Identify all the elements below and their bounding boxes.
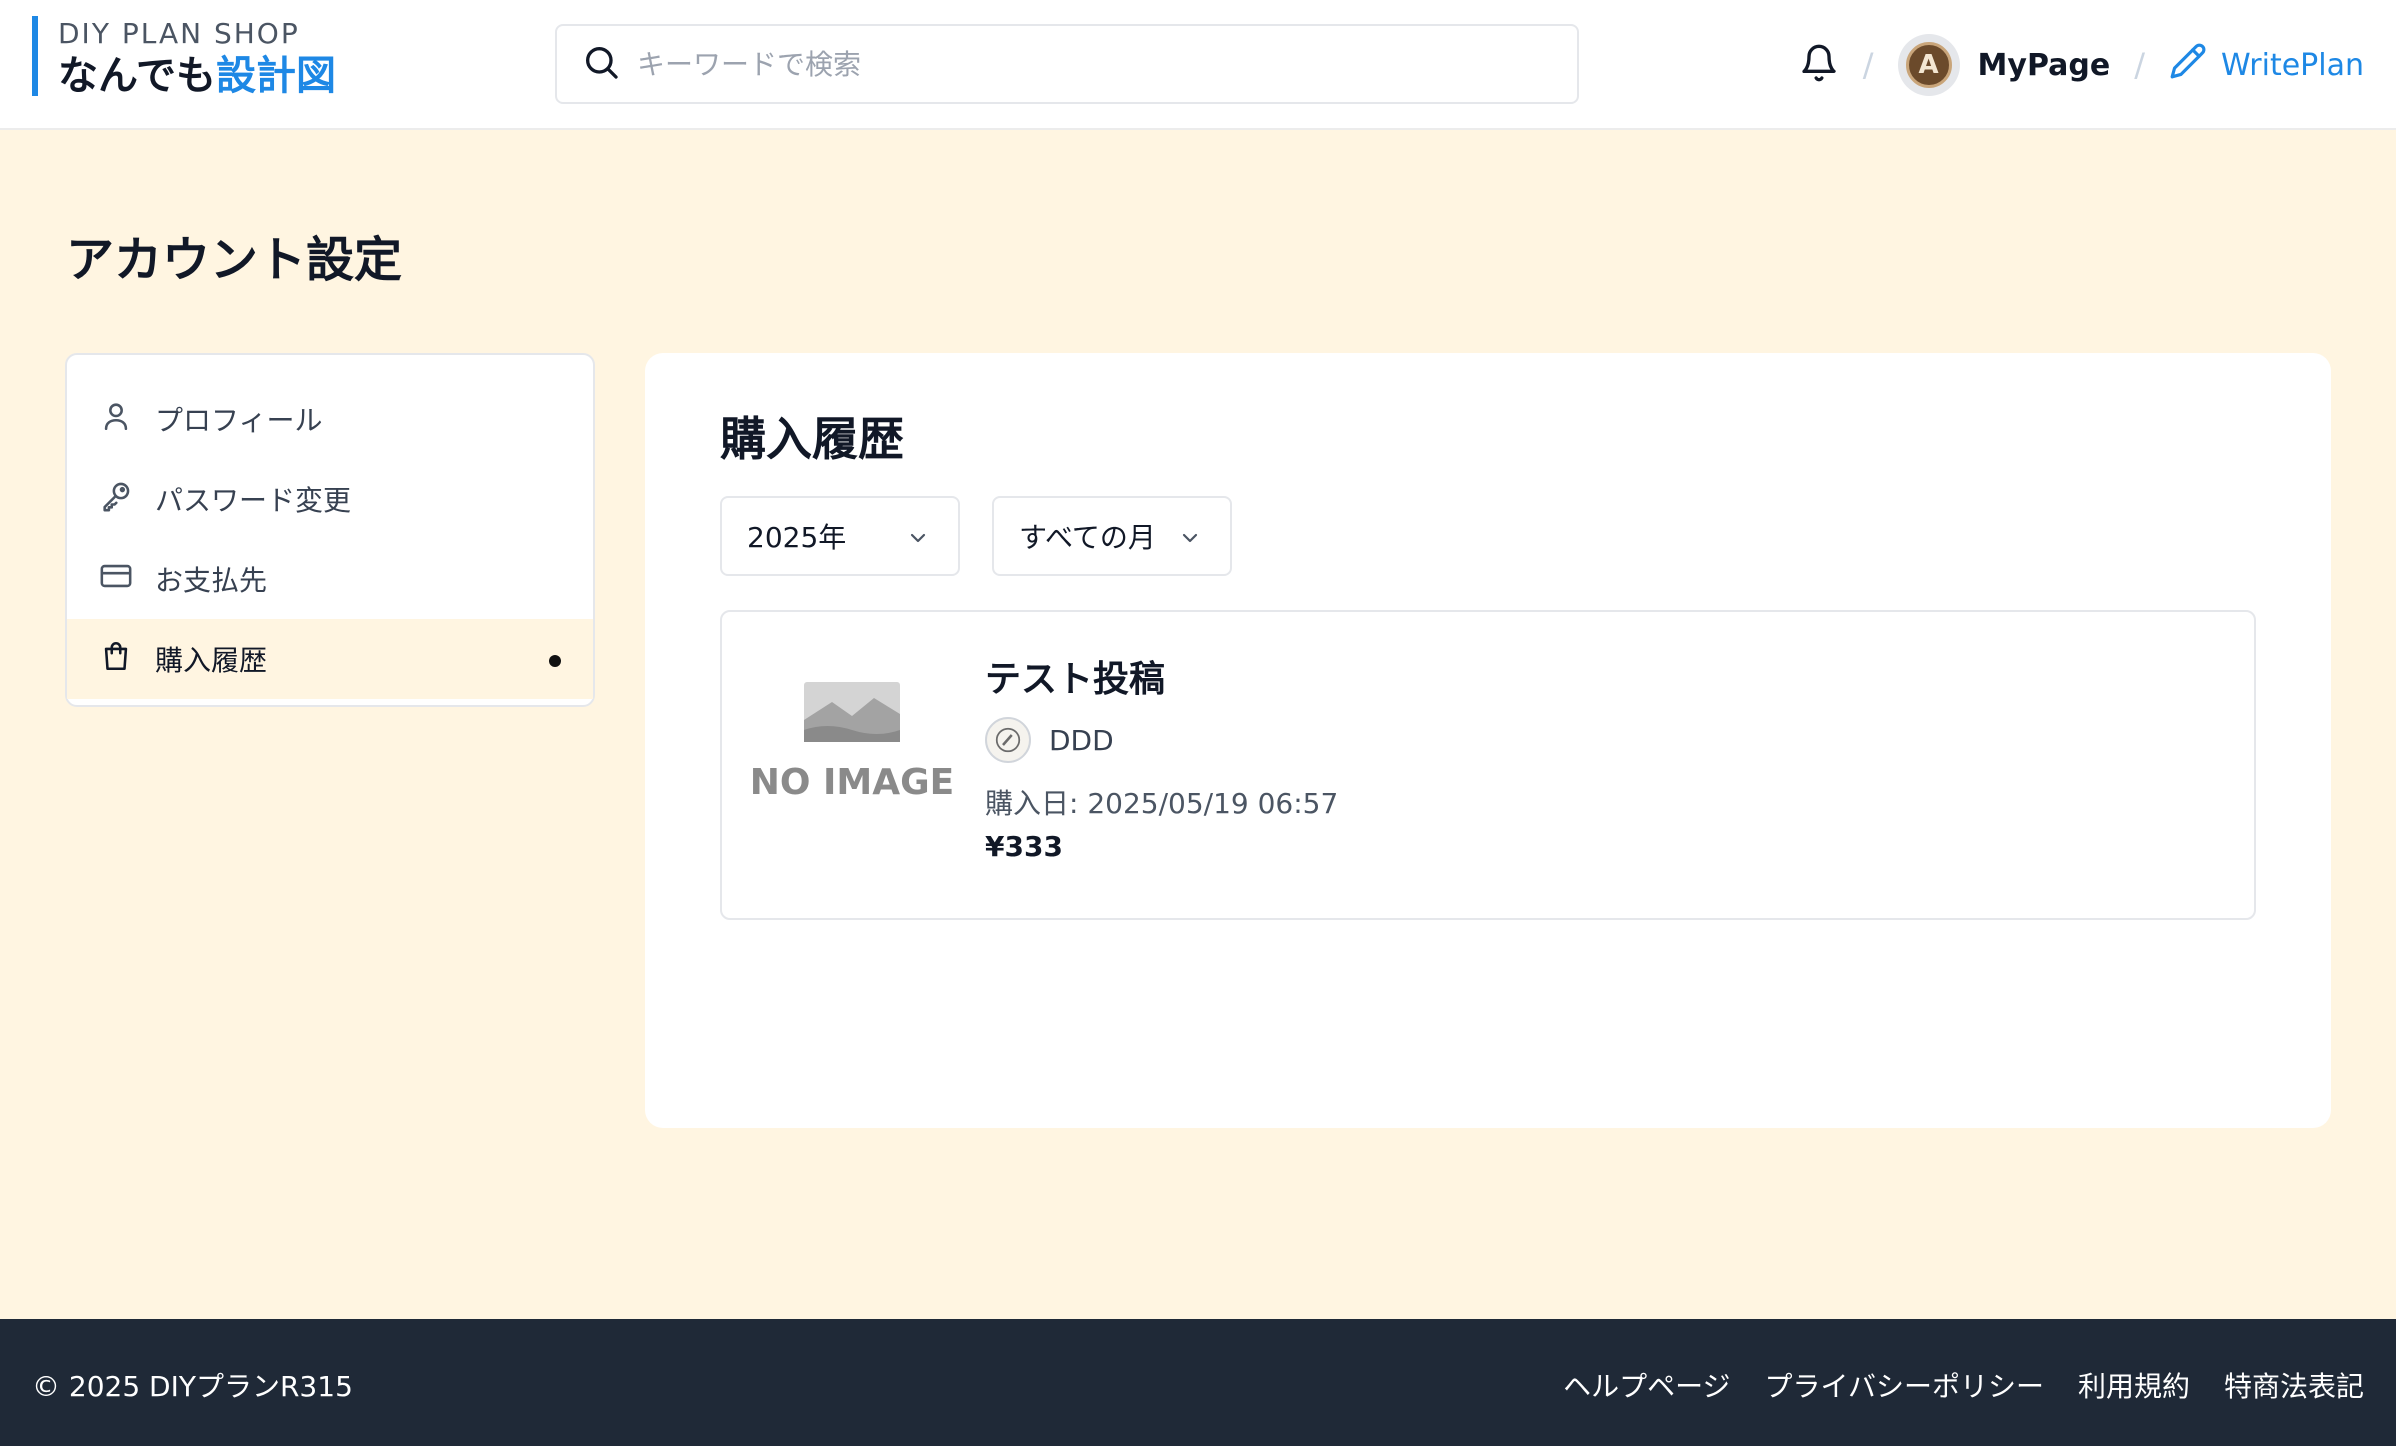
avatar-letter: A <box>1905 42 1952 88</box>
avatar[interactable]: A <box>1897 34 1960 96</box>
footer-link-legal[interactable]: 特商法表記 <box>2224 1365 2364 1405</box>
site-logo[interactable]: DIY PLAN SHOP なんでも設計図 <box>32 16 336 99</box>
writeplan-label: WritePlan <box>2220 47 2364 83</box>
header-actions: / A MyPage / WritePlan <box>1799 30 2364 100</box>
shopping-bag-icon <box>99 639 155 680</box>
year-select[interactable]: 2025年 <box>720 496 960 576</box>
site-header: DIY PLAN SHOP なんでも設計図 / A MyPage / Write… <box>0 0 2396 130</box>
pencil-icon <box>2169 42 2221 88</box>
credit-card-icon <box>99 559 155 600</box>
sidebar-item-label: パスワード変更 <box>155 484 352 517</box>
bell-icon[interactable] <box>1799 43 1839 87</box>
month-select-value: すべての月 <box>1019 521 1156 554</box>
active-indicator <box>549 655 561 667</box>
site-footer: © 2025 DIYプランR315 ヘルプページ プライバシーポリシー 利用規約… <box>0 1319 2396 1446</box>
footer-link-help[interactable]: ヘルプページ <box>1563 1365 1730 1405</box>
page-title: アカウント設定 <box>66 232 403 288</box>
purchase-history-panel: 購入履歴 2025年 すべての月 NO IMAGE テスト投稿 DDD 購入日:… <box>645 353 2331 1128</box>
sidebar-item-password[interactable]: パスワード変更 <box>67 459 593 539</box>
year-select-value: 2025年 <box>747 521 847 554</box>
panel-title: 購入履歴 <box>720 412 904 466</box>
key-icon <box>99 479 155 520</box>
search-box[interactable] <box>555 24 1579 104</box>
sidebar-item-profile[interactable]: プロフィール <box>67 379 593 459</box>
user-icon <box>99 399 155 440</box>
no-image-label: NO IMAGE <box>752 762 952 803</box>
copyright: © 2025 DIYプランR315 <box>32 1370 353 1403</box>
sidebar-item-purchase-history[interactable]: 購入履歴 <box>67 619 593 699</box>
purchase-date: 購入日: 2025/05/19 06:57 <box>985 787 1339 820</box>
search-input[interactable] <box>637 47 1537 81</box>
brand-title-prefix: なんでも <box>58 53 216 99</box>
sidebar-item-label: 購入履歴 <box>155 644 268 677</box>
brand-subtitle: DIY PLAN SHOP <box>58 17 300 50</box>
purchase-title[interactable]: テスト投稿 <box>985 650 1165 702</box>
footer-link-privacy[interactable]: プライバシーポリシー <box>1765 1365 2044 1405</box>
month-select[interactable]: すべての月 <box>992 496 1232 576</box>
mypage-link[interactable]: MyPage <box>1978 48 2111 83</box>
header-separator: / <box>1862 46 1874 84</box>
author-name: DDD <box>1049 723 1114 757</box>
brand-title: なんでも設計図 <box>58 52 336 100</box>
author-avatar <box>985 717 1031 763</box>
sidebar-item-label: お支払先 <box>155 564 268 597</box>
sidebar-item-payment[interactable]: お支払先 <box>67 539 593 619</box>
purchase-author[interactable]: DDD <box>985 717 1114 763</box>
writeplan-link[interactable]: WritePlan <box>2169 42 2364 88</box>
no-image-thumbnail: NO IMAGE <box>750 672 954 812</box>
header-separator: / <box>2134 46 2145 84</box>
purchase-card[interactable]: NO IMAGE テスト投稿 DDD 購入日: 2025/05/19 06:57… <box>720 610 2256 920</box>
brand-title-accent: 設計図 <box>216 53 336 99</box>
settings-sidebar: プロフィール パスワード変更 お支払先 購入履歴 <box>65 353 595 707</box>
sidebar-item-label: プロフィール <box>155 404 323 437</box>
footer-link-terms[interactable]: 利用規約 <box>2078 1365 2190 1405</box>
footer-links: ヘルプページ プライバシーポリシー 利用規約 特商法表記 <box>1529 1365 2364 1405</box>
search-icon <box>581 42 621 86</box>
purchase-price: ¥333 <box>985 830 1063 863</box>
